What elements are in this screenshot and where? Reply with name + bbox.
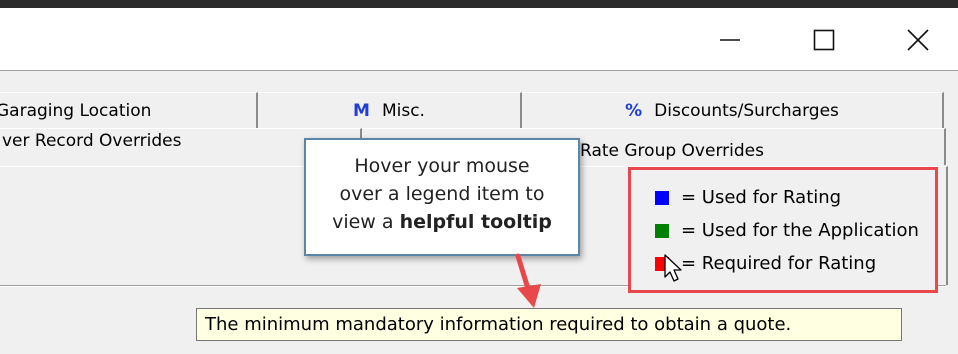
mouse-cursor-icon [664,254,682,282]
minimize-icon [720,39,740,41]
tab-label: ver Record Overrides [2,131,182,151]
callout-line: over a legend item to [339,183,545,205]
window-top-border [0,0,958,8]
arrow-icon [515,253,541,308]
callout-line: view a helpful tooltip [306,208,578,236]
blue-swatch-icon [655,190,669,205]
tab-label: Misc. [381,101,425,121]
legend-item-used-for-application[interactable]: = Used for the Application [655,220,919,241]
legend-label: = Required for Rating [681,253,877,274]
maximize-icon [813,29,835,51]
legend-item-used-for-rating[interactable]: = Used for Rating [655,187,841,208]
maximize-button[interactable] [794,14,854,66]
minimize-button[interactable] [700,14,760,66]
legend-item-required-for-rating[interactable]: = Required for Rating [655,253,876,274]
tab-label: Discounts/Surcharges [654,101,839,121]
misc-icon: M [353,101,370,121]
close-icon [907,29,929,51]
percent-icon: % [625,101,643,121]
callout-line: Hover your mouse [354,155,530,177]
tab-discounts-surcharges[interactable]: % Discounts/Surcharges [522,92,944,129]
callout-text: view a [332,211,400,233]
callout-bold-text: helpful tooltip [399,211,552,233]
legend-box: = Used for Rating = Used for the Applica… [628,167,938,293]
legend-label: = Used for the Application [681,220,919,241]
close-button[interactable] [888,14,948,66]
legend-label: = Used for Rating [681,187,842,208]
content-divider [0,70,958,71]
tab-label: Garaging Location [0,101,152,121]
callout-box: Hover your mouse over a legend item to v… [304,138,580,256]
tooltip: The minimum mandatory information requir… [196,308,902,341]
tab-garaging-location[interactable]: Garaging Location [0,92,258,129]
green-swatch-icon [655,223,669,238]
tab-label: Rate Group Overrides [580,141,764,161]
tab-misc[interactable]: M Misc. [258,92,522,129]
